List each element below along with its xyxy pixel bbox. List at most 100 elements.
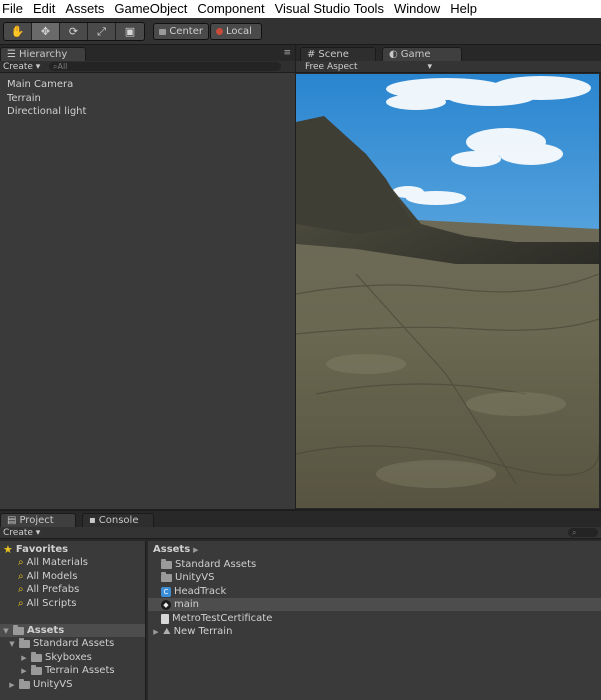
terrain-render: [296, 74, 599, 508]
rotate-tool-icon: ⟳: [68, 25, 79, 38]
asset-unityvs[interactable]: UnityVS: [161, 571, 214, 584]
folder-icon: [31, 651, 42, 662]
tab-game-label: Game: [400, 49, 431, 60]
menu-component[interactable]: Component: [192, 0, 269, 18]
project-icon: ▤: [7, 515, 17, 526]
search-icon: ⌕: [18, 557, 24, 568]
move-tool-icon: ✥: [40, 25, 51, 38]
tab-hierarchy[interactable]: ☰ Hierarchy: [0, 47, 86, 61]
folder-icon: [31, 664, 42, 675]
favorite-all-scripts[interactable]: ⌕ All Scripts: [18, 597, 76, 610]
asset-headtrack[interactable]: C HeadTrack: [161, 585, 226, 598]
scene-icon: #: [307, 49, 316, 60]
rect-tool-button[interactable]: ▣: [116, 23, 144, 40]
collapse-arrow-icon: ▶: [9, 680, 15, 689]
tree-item-assets[interactable]: ▼ Assets: [0, 624, 145, 637]
favorites-header[interactable]: ★ Favorites: [3, 543, 68, 556]
asset-list: Assets ▶ Standard Assets UnityVS C HeadT…: [148, 541, 601, 700]
list-icon: ☰: [7, 49, 16, 60]
favorite-all-prefabs[interactable]: ⌕ All Prefabs: [18, 583, 79, 596]
menu-assets[interactable]: Assets: [60, 0, 109, 18]
search-icon: ⌕: [572, 528, 577, 537]
folder-icon: [161, 558, 172, 569]
panel-menu-icon[interactable]: ≡: [283, 48, 291, 58]
game-viewport[interactable]: [296, 74, 599, 508]
tree-item-standard-assets[interactable]: ▼ Standard Assets: [8, 637, 114, 650]
game-toolbar: Free Aspect ▾: [296, 61, 601, 73]
hand-tool-icon: ✋: [10, 25, 25, 38]
local-space-icon: [216, 28, 223, 35]
star-icon: ★: [3, 543, 13, 556]
rotate-tool-button[interactable]: ⟳: [60, 23, 88, 40]
tab-console[interactable]: ▪ Console: [82, 513, 154, 527]
collapse-arrow-icon: ▶: [21, 653, 27, 662]
hierarchy-create-button[interactable]: Create ▾: [0, 62, 40, 72]
menu-gameobject[interactable]: GameObject: [109, 0, 192, 18]
scale-tool-icon: ⤢: [97, 24, 106, 38]
search-icon: ⌕: [18, 584, 24, 595]
tab-project[interactable]: ▤ Project: [0, 513, 76, 527]
asset-new-terrain[interactable]: ▶ ⛰ New Terrain: [152, 625, 232, 638]
favorites-label: Favorites: [15, 544, 69, 555]
tab-scene-label: Scene: [318, 49, 349, 60]
folder-icon: [161, 571, 172, 582]
menu-edit[interactable]: Edit: [28, 0, 60, 18]
move-tool-button[interactable]: ✥: [32, 23, 60, 40]
hierarchy-tabbar: ☰ Hierarchy ≡: [0, 45, 295, 61]
breadcrumb[interactable]: Assets ▶: [153, 543, 199, 556]
folder-icon: [19, 678, 30, 689]
transform-tools: ✋ ✥ ⟳ ⤢ ▣: [3, 22, 145, 41]
tab-scene[interactable]: # Scene: [300, 47, 376, 61]
tab-console-label: Console: [98, 515, 139, 526]
favorite-all-materials[interactable]: ⌕ All Materials: [18, 556, 88, 569]
pivot-center-button[interactable]: Center: [153, 23, 209, 40]
rect-tool-icon: ▣: [124, 25, 136, 38]
tab-hierarchy-label: Hierarchy: [18, 49, 68, 60]
expand-arrow-icon: ▼: [3, 626, 9, 635]
scale-tool-button[interactable]: ⤢: [88, 23, 116, 40]
breadcrumb-arrow-icon: ▶: [193, 545, 199, 554]
search-icon: ⌕: [18, 571, 24, 582]
asset-standard-assets[interactable]: Standard Assets: [161, 558, 256, 571]
toolbar: ✋ ✥ ⟳ ⤢ ▣ Center Local: [0, 18, 601, 45]
collapse-arrow-icon: ▶: [21, 666, 27, 675]
project-toolbar: Create ▾ ⌕: [0, 527, 601, 539]
pivot-label: Center: [169, 26, 203, 37]
pivot-local-button[interactable]: Local: [210, 23, 262, 40]
terrain-icon: ⛰: [163, 626, 171, 637]
hierarchy-search-input[interactable]: ⌕All: [49, 62, 281, 71]
asset-main[interactable]: ◆ main: [148, 598, 601, 611]
hand-tool-button[interactable]: ✋: [4, 23, 32, 40]
aspect-dropdown[interactable]: Free Aspect ▾: [296, 62, 436, 72]
project-tree: ★ Favorites ⌕ All Materials ⌕ All Models ⌕…: [0, 541, 146, 700]
hierarchy-toolbar: Create ▾ ⌕All: [0, 61, 295, 73]
tree-item-unityvs[interactable]: ▶ UnityVS: [8, 678, 72, 691]
project-create-button[interactable]: Create ▾: [0, 528, 40, 538]
menu-help[interactable]: Help: [445, 0, 482, 18]
collapse-arrow-icon: ▶: [153, 627, 159, 636]
tree-item-terrain-assets[interactable]: ▶ Terrain Assets: [20, 664, 115, 677]
hierarchy-item-main-camera[interactable]: Main Camera: [7, 79, 73, 90]
chevron-down-icon: ▾: [427, 61, 432, 72]
space-label: Local: [226, 26, 252, 37]
search-icon: ⌕: [18, 598, 24, 609]
favorite-all-models[interactable]: ⌕ All Models: [18, 570, 77, 583]
game-icon: ◐: [389, 49, 398, 60]
folder-icon: [13, 624, 24, 635]
hierarchy-item-terrain[interactable]: Terrain: [7, 93, 41, 104]
expand-arrow-icon: ▼: [9, 639, 15, 648]
hierarchy-panel: ☰ Hierarchy ≡ Create ▾ ⌕All Main Camera …: [0, 45, 295, 509]
csharp-script-icon: C: [161, 586, 171, 597]
tab-project-label: Project: [19, 515, 54, 526]
menu-visual-studio-tools[interactable]: Visual Studio Tools: [270, 0, 389, 18]
project-panel: ▤ Project ▪ Console Create ▾ ⌕ ★ Favorit…: [0, 511, 601, 700]
tab-game[interactable]: ◐ Game: [382, 47, 462, 61]
tree-item-skyboxes[interactable]: ▶ Skyboxes: [20, 651, 92, 664]
pivot-icon: [159, 28, 167, 35]
project-search-input[interactable]: ⌕: [568, 528, 598, 537]
hierarchy-item-directional-light[interactable]: Directional light: [7, 106, 86, 117]
menu-window[interactable]: Window: [389, 0, 445, 18]
asset-metrotestcertificate[interactable]: MetroTestCertificate: [161, 612, 272, 625]
folder-icon: [19, 637, 30, 648]
menu-file[interactable]: File: [0, 0, 28, 18]
